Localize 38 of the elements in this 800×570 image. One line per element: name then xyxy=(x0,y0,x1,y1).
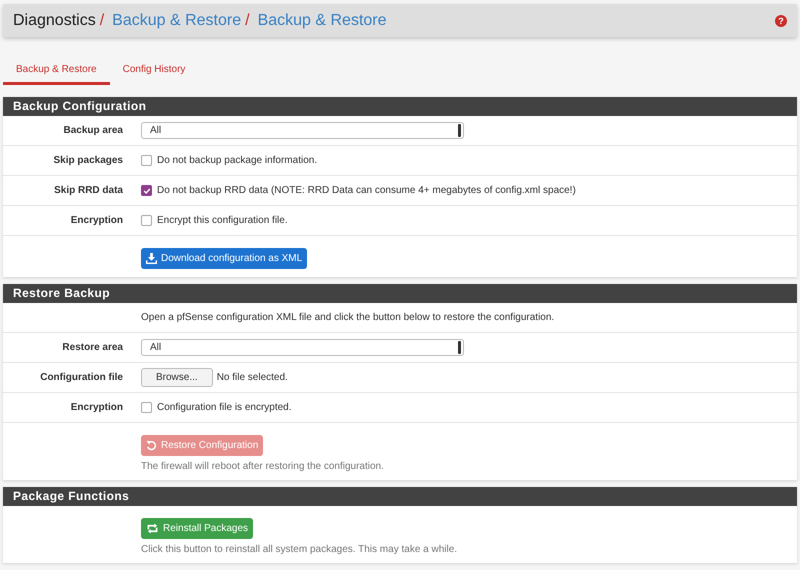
field-label: Backup area xyxy=(64,125,123,136)
action-button[interactable]: Reinstall Packages xyxy=(141,518,254,539)
file-status: No file selected. xyxy=(216,372,288,383)
download-icon xyxy=(146,253,157,264)
undo-icon xyxy=(146,440,157,451)
field-label: Encryption xyxy=(70,215,123,226)
breadcrumb-separator: / xyxy=(100,12,104,30)
description-text: Open a pfSense configuration XML file and click the button below to restore the configuration. xyxy=(141,312,554,323)
tab[interactable]: Config History xyxy=(110,56,198,85)
breadcrumb-link[interactable]: Backup & Restore xyxy=(112,12,242,30)
checkbox[interactable] xyxy=(141,155,152,166)
help-text: Click this button to reinstall all system packages. This may take a while. xyxy=(141,544,458,555)
field-label: Restore area xyxy=(62,342,123,353)
checkbox-label: Encrypt this configuration file. xyxy=(157,215,288,226)
checkbox-label: Do not backup package information. xyxy=(157,155,318,166)
checkbox-label: Do not backup RRD data (NOTE: RRD Data can consume 4+ megabytes of config.xml space!) xyxy=(157,185,576,196)
field-label: Encryption xyxy=(70,402,123,413)
help-text: The firewall will reboot after restoring the configuration. xyxy=(141,461,384,472)
checkbox[interactable] xyxy=(141,402,152,413)
browse-button[interactable]: Browse... xyxy=(141,368,213,387)
field-label: Skip packages xyxy=(54,155,123,166)
refresh-icon xyxy=(146,523,159,534)
checkbox[interactable] xyxy=(141,185,152,196)
help-icon[interactable]: ? xyxy=(775,14,787,26)
breadcrumb-separator: / xyxy=(245,12,250,30)
panel-heading: Package Functions xyxy=(3,487,797,506)
tab[interactable]: Backup & Restore xyxy=(3,56,110,85)
field-label: Configuration file xyxy=(40,372,123,383)
checkbox-label: Configuration file is encrypted. xyxy=(157,402,292,413)
select-field[interactable]: All xyxy=(141,122,464,139)
field-label: Skip RRD data xyxy=(54,185,123,196)
panel-heading: Backup Configuration xyxy=(3,97,797,116)
panel-heading: Restore Backup xyxy=(3,284,797,303)
checkbox[interactable] xyxy=(141,215,152,226)
action-button[interactable]: Download configuration as XML xyxy=(141,248,308,269)
breadcrumb-link[interactable]: Backup & Restore xyxy=(258,12,387,30)
select-field[interactable]: All xyxy=(141,339,464,356)
breadcrumb-text: Diagnostics xyxy=(13,12,96,30)
